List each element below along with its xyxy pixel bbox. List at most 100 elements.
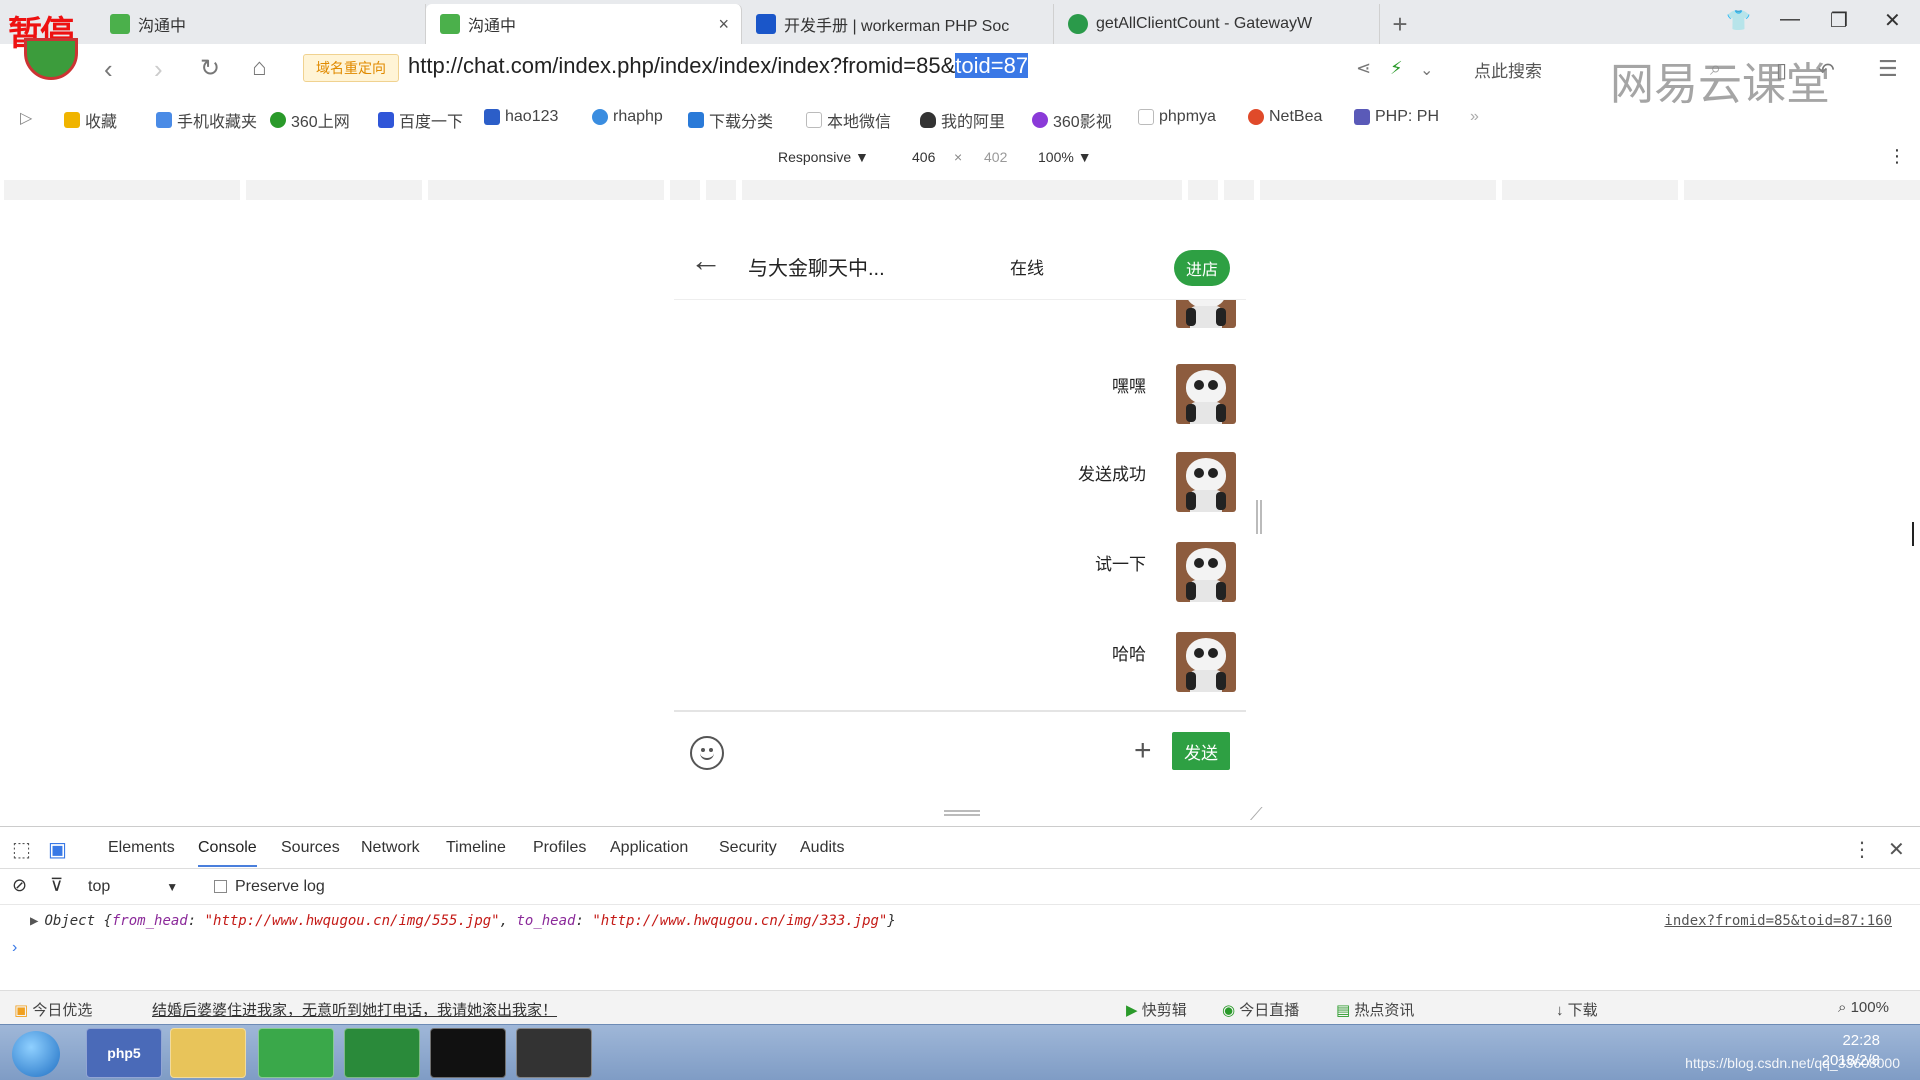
enter-shop-button[interactable]: 进店 (1174, 250, 1230, 286)
filter-icon[interactable]: ⊽ (50, 875, 63, 896)
folder-app-icon[interactable] (170, 1028, 246, 1078)
devtools-menu-icon[interactable]: ⋮ (1852, 837, 1872, 862)
tab-application[interactable]: Application (610, 839, 688, 857)
reload-icon[interactable]: ↻ (200, 54, 220, 83)
media-query-bar[interactable] (0, 180, 1920, 202)
expand-triangle-icon[interactable]: ▶ (30, 913, 38, 929)
log-suffix: } (887, 913, 896, 929)
online-status: 在线 (1010, 259, 1044, 278)
resize-handle-bottom[interactable] (944, 810, 980, 816)
console-log-entry[interactable]: ▶ Object {from_head: "http://www.hwqugou.… (30, 913, 896, 929)
bookmark-mobile[interactable]: 手机收藏夹 (156, 108, 257, 132)
page-icon (1138, 109, 1154, 125)
zoom-level[interactable]: ⌕ 100% (1838, 999, 1889, 1016)
bookmark-netbeans[interactable]: NetBea (1248, 108, 1322, 126)
start-button-icon[interactable] (12, 1031, 60, 1077)
tab-chat-2[interactable]: 沟通中 × (426, 4, 742, 44)
close-devtools-icon[interactable]: ✕ (1888, 837, 1905, 862)
tab-audits[interactable]: Audits (800, 839, 844, 857)
log-source-link[interactable]: index?fromid=85&toid=87:160 (1664, 913, 1892, 929)
clear-console-icon[interactable]: ⊘ (12, 875, 27, 896)
tab-workerman-manual[interactable]: 开发手册 | workerman PHP Soc (742, 4, 1054, 44)
new-tab-button[interactable]: + (1380, 4, 1420, 44)
today-picks[interactable]: ▣ 今日优选 (14, 999, 92, 1020)
forward-icon[interactable]: › (154, 54, 163, 85)
share-icon[interactable]: ⋖ (1356, 58, 1371, 79)
play-box-icon: ▶ (1126, 1002, 1138, 1019)
console-prompt-icon[interactable]: › (12, 939, 17, 957)
bookmark-my-ali[interactable]: 我的阿里 (920, 108, 1005, 132)
cmd-app-icon[interactable] (430, 1028, 506, 1078)
tab-console[interactable]: Console (198, 839, 257, 867)
sidebar-toggle-icon[interactable]: ▷ (20, 108, 32, 128)
search-hint[interactable]: 点此搜索 (1474, 57, 1542, 82)
bookmark-php[interactable]: PHP: PH (1354, 108, 1439, 126)
tab-label: 开发手册 | workerman PHP Soc (784, 18, 1010, 35)
status-item-label: 今日直播 (1239, 1002, 1300, 1019)
bookmark-label: 我的阿里 (941, 114, 1006, 131)
tab-close-icon[interactable]: × (718, 14, 729, 35)
obs-app-icon[interactable] (516, 1028, 592, 1078)
checkbox-icon (214, 880, 227, 894)
bookmark-360[interactable]: 360上网 (270, 108, 350, 132)
restore-icon[interactable]: ❐ (1830, 8, 1848, 33)
send-button[interactable]: 发送 (1172, 732, 1230, 770)
device-mode-select[interactable]: Responsive ▼ (778, 149, 869, 165)
device-toggle-icon[interactable]: ▣ (48, 837, 67, 862)
inspect-element-icon[interactable]: ⬚ (12, 837, 31, 862)
tab-elements[interactable]: Elements (108, 839, 175, 857)
tab-profiles[interactable]: Profiles (533, 839, 586, 857)
redirect-badge[interactable]: 域名重定向 (303, 54, 399, 82)
back-arrow-icon[interactable]: ← (690, 242, 722, 279)
home-icon[interactable]: ⌂ (252, 54, 267, 82)
skin-icon[interactable]: 👕 (1726, 8, 1751, 33)
resize-handle-right[interactable] (1256, 500, 1262, 534)
viewport-height-input[interactable]: 402 (984, 149, 1007, 165)
lightning-icon[interactable]: ⚡ (1390, 58, 1403, 79)
preserve-log-checkbox[interactable]: Preserve log (214, 878, 325, 896)
panda-avatar-icon (1176, 300, 1236, 328)
close-window-icon[interactable]: ✕ (1884, 8, 1901, 33)
more-bookmarks-icon[interactable]: » (1470, 108, 1479, 126)
tab-timeline[interactable]: Timeline (446, 839, 506, 857)
live-today[interactable]: ◉ 今日直播 (1222, 999, 1299, 1020)
zoom-select[interactable]: 100% ▼ (1038, 149, 1092, 165)
back-icon[interactable]: ‹ (104, 54, 113, 85)
bookmark-360-video[interactable]: 360影视 (1032, 108, 1112, 132)
resize-corner-icon[interactable]: ⟋ (1250, 804, 1263, 825)
bookmark-local-wechat[interactable]: 本地微信 (806, 108, 891, 132)
bookmark-phpmyadmin[interactable]: phpmya (1138, 108, 1216, 126)
minimize-icon[interactable]: — (1780, 8, 1800, 31)
tab-gateway-docs[interactable]: getAllClientCount - GatewayW (1054, 4, 1380, 44)
url-input[interactable]: http://chat.com/index.php/index/index/in… (408, 53, 1029, 79)
php5-app-icon[interactable]: php5 (86, 1028, 162, 1078)
bookmark-rhaphp[interactable]: rhaphp (592, 108, 663, 126)
emoji-icon[interactable] (690, 736, 724, 770)
message-list: 嘿嘿 发送成功 试一下 哈哈 (674, 300, 1246, 710)
bookmark-baidu[interactable]: 百度一下 (378, 108, 463, 132)
phone-icon (156, 112, 172, 128)
plus-icon[interactable]: + (1134, 734, 1152, 768)
hot-news[interactable]: ▤ 热点资讯 (1336, 999, 1414, 1020)
wechat-app-icon[interactable] (344, 1028, 420, 1078)
news-ticker[interactable]: 结婚后婆婆住进我家，无意听到她打电话，我请她滚出我家！ (152, 999, 557, 1020)
tab-sources[interactable]: Sources (281, 839, 340, 857)
tab-chat-1[interactable]: 沟通中 (96, 4, 426, 44)
chevron-down-icon[interactable]: ⌄ (1420, 60, 1433, 80)
bookmark-label: phpmya (1159, 108, 1216, 125)
tab-network[interactable]: Network (361, 839, 420, 857)
downloads[interactable]: ↓ 下载 (1556, 999, 1598, 1020)
more-options-icon[interactable]: ⋮ (1888, 146, 1906, 167)
bookmark-hao123[interactable]: hao123 (484, 108, 558, 126)
viewport-width-input[interactable]: 406 (912, 149, 935, 165)
quick-edit[interactable]: ▶ 快剪辑 (1126, 999, 1187, 1020)
message-item (1146, 300, 1236, 328)
context-select[interactable]: top ▼ (88, 878, 178, 896)
bookmark-favorites[interactable]: 收藏 (64, 108, 117, 132)
menu-icon[interactable]: ☰ (1878, 56, 1898, 82)
bookmark-downloads[interactable]: 下载分类 (688, 108, 773, 132)
tab-security[interactable]: Security (719, 839, 777, 857)
bookmark-label: 收藏 (85, 114, 118, 131)
browser-360-app-icon[interactable] (258, 1028, 334, 1078)
url-selected-text: toid=87 (955, 53, 1029, 78)
